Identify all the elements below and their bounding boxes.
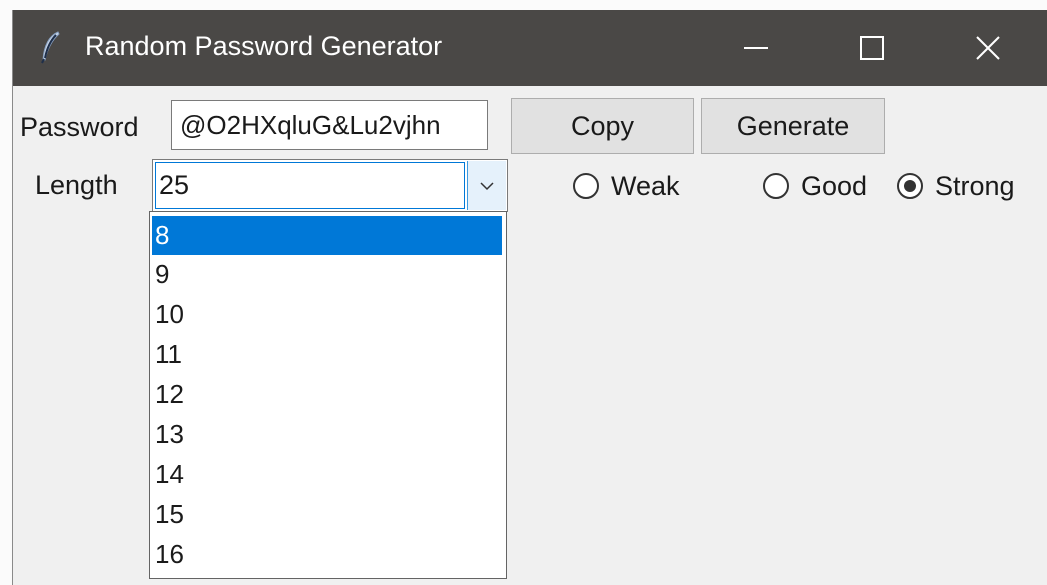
radio-button[interactable]	[573, 173, 599, 199]
radio-strong[interactable]: Strong	[897, 169, 1015, 203]
radio-button[interactable]	[763, 173, 789, 199]
close-icon	[976, 36, 1000, 60]
list-item[interactable]: 16	[152, 535, 502, 574]
list-item[interactable]: 15	[152, 495, 502, 534]
length-dropdown-list[interactable]: 8 9 10 11 12 13 14 15 16	[149, 211, 507, 579]
window-title: Random Password Generator	[85, 31, 443, 61]
radio-weak[interactable]: Weak	[573, 169, 680, 203]
list-item[interactable]: 12	[152, 375, 502, 414]
title-bar[interactable]: Random Password Generator	[13, 10, 1047, 86]
maximize-button[interactable]	[822, 10, 922, 86]
list-item[interactable]: 13	[152, 415, 502, 454]
radio-button[interactable]	[897, 173, 923, 199]
copy-button[interactable]: Copy	[511, 98, 694, 154]
close-button[interactable]	[938, 10, 1038, 86]
list-item[interactable]: 10	[152, 295, 502, 334]
password-label: Password	[20, 112, 139, 142]
list-item[interactable]: 9	[152, 255, 502, 294]
combobox-dropdown-button[interactable]	[467, 161, 506, 210]
generate-button[interactable]: Generate	[701, 98, 885, 154]
length-label: Length	[35, 170, 118, 200]
feather-icon	[41, 31, 60, 64]
maximize-icon	[860, 36, 884, 60]
app-window: Random Password Generator Password @O2HX…	[12, 10, 1047, 585]
radio-label: Weak	[611, 171, 680, 201]
password-field[interactable]: @O2HXqluG&Lu2vjhn	[171, 100, 488, 150]
list-item[interactable]: 8	[152, 216, 502, 255]
main-content: Password @O2HXqluG&Lu2vjhn Copy Generate…	[13, 86, 1047, 585]
combobox-focus-ring	[155, 162, 465, 209]
list-item[interactable]: 11	[152, 335, 502, 374]
minimize-button[interactable]	[706, 10, 806, 86]
radio-label: Good	[801, 171, 868, 201]
chevron-down-icon	[480, 181, 494, 190]
minimize-icon	[744, 47, 768, 49]
radio-good[interactable]: Good	[763, 169, 867, 203]
radio-label: Strong	[935, 171, 1015, 201]
length-value: 25	[159, 170, 190, 200]
length-combobox[interactable]: 25	[152, 159, 508, 212]
list-item[interactable]: 14	[152, 455, 502, 494]
